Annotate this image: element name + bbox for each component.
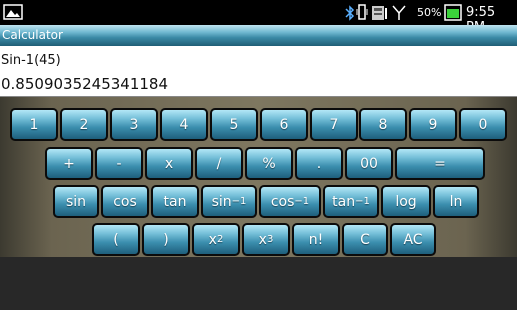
- sin-key[interactable]: sin: [53, 185, 99, 218]
- cube-base: x: [258, 231, 267, 248]
- status-bar: 50% 9:55 PM: [0, 0, 517, 35]
- key-3[interactable]: 3: [110, 108, 158, 141]
- cos-inverse-key[interactable]: cos −1: [259, 185, 321, 218]
- minus-key[interactable]: -: [95, 147, 143, 180]
- key-2[interactable]: 2: [60, 108, 108, 141]
- expression-text: Sin-1(45): [1, 53, 61, 68]
- square-exponent: 2: [216, 234, 224, 245]
- key-7[interactable]: 7: [310, 108, 358, 141]
- result-text: 0.8509035245341184: [1, 75, 169, 93]
- ln-key[interactable]: ln: [433, 185, 479, 218]
- percent-key[interactable]: %: [245, 147, 293, 180]
- key-8[interactable]: 8: [359, 108, 407, 141]
- keypad: 1 2 3 4 5 6 7 8 9 0 + - x / % . 00 = sin…: [0, 97, 517, 257]
- bluetooth-icon: [345, 5, 355, 21]
- app-title: Calculator: [2, 28, 63, 42]
- battery-percent: 50%: [417, 6, 442, 19]
- vibrate-icon: [356, 4, 368, 20]
- square-base: x: [208, 231, 217, 248]
- calculator-display: Sin-1(45) 0.8509035245341184: [0, 46, 517, 97]
- log-key[interactable]: log: [381, 185, 431, 218]
- inverse-superscript: −1: [294, 196, 310, 207]
- key-0[interactable]: 0: [459, 108, 507, 141]
- empty-bottom-area: [0, 257, 517, 310]
- signal-icon: [392, 5, 406, 20]
- battery-icon: [444, 4, 462, 21]
- double-zero-key[interactable]: 00: [345, 147, 393, 180]
- close-paren-key[interactable]: ): [142, 223, 190, 256]
- factorial-key[interactable]: n!: [292, 223, 340, 256]
- tan-inverse-label: tan: [332, 193, 356, 210]
- key-6[interactable]: 6: [260, 108, 308, 141]
- tan-key[interactable]: tan: [151, 185, 199, 218]
- open-paren-key[interactable]: (: [92, 223, 140, 256]
- multiply-key[interactable]: x: [145, 147, 193, 180]
- key-9[interactable]: 9: [409, 108, 457, 141]
- cube-exponent: 3: [266, 234, 274, 245]
- sin-inverse-label: sin: [211, 193, 232, 210]
- square-key[interactable]: x2: [192, 223, 240, 256]
- decimal-key[interactable]: .: [295, 147, 343, 180]
- key-4[interactable]: 4: [160, 108, 208, 141]
- sd-card-icon: [372, 6, 387, 20]
- inverse-superscript: −1: [355, 196, 370, 207]
- divide-key[interactable]: /: [195, 147, 243, 180]
- tan-inverse-key[interactable]: tan −1: [323, 185, 379, 218]
- all-clear-key[interactable]: AC: [390, 223, 436, 256]
- gallery-notification-icon: [3, 4, 23, 20]
- cos-key[interactable]: cos: [101, 185, 149, 218]
- clear-key[interactable]: C: [342, 223, 388, 256]
- sin-inverse-key[interactable]: sin −1: [201, 185, 257, 218]
- app-title-bar: Calculator: [0, 25, 517, 46]
- plus-key[interactable]: +: [45, 147, 93, 180]
- cos-inverse-label: cos: [270, 193, 295, 210]
- key-1[interactable]: 1: [10, 108, 58, 141]
- inverse-superscript: −1: [231, 196, 247, 207]
- equals-key[interactable]: =: [395, 147, 485, 180]
- key-5[interactable]: 5: [210, 108, 258, 141]
- cube-key[interactable]: x3: [242, 223, 290, 256]
